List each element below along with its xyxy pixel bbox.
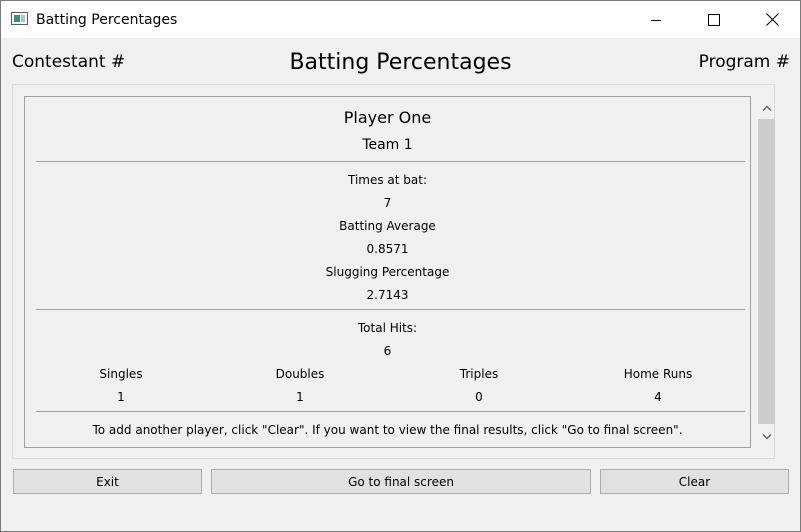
window-title: Batting Percentages [36,12,178,28]
slugging-percentage-label: Slugging Percentage [325,265,450,279]
triples-label: Triples [459,367,499,381]
divider [36,161,745,162]
home-runs-label: Home Runs [623,367,693,381]
chevron-down-icon [762,434,771,440]
program-label: Program # [698,52,790,72]
batting-average-value: 0.8571 [366,242,409,256]
doubles-value: 1 [296,390,304,404]
vertical-scrollbar[interactable] [757,97,776,447]
exit-button[interactable]: Exit [13,469,202,494]
scroll-thumb[interactable] [758,119,775,424]
app-icon [11,12,28,25]
batting-average-label: Batting Average [339,219,436,233]
minimize-icon [651,19,661,21]
divider [36,309,745,310]
triples-value: 0 [475,390,483,404]
singles-label: Singles [99,367,143,381]
minimize-button[interactable] [627,1,685,38]
close-button[interactable] [743,1,801,38]
home-runs-value: 4 [654,390,662,404]
doubles-label: Doubles [275,367,325,381]
total-hits-label: Total Hits: [357,321,418,335]
divider [36,411,745,412]
times-at-bat-label: Times at bat: [347,173,428,187]
maximize-button[interactable] [685,1,743,38]
clear-button[interactable]: Clear [600,469,789,494]
go-to-final-screen-button[interactable]: Go to final screen [211,469,591,494]
player-name: Player One [343,108,432,127]
maximize-icon [708,13,720,26]
team-name: Team 1 [362,137,413,153]
slugging-percentage-value: 2.7143 [366,288,409,302]
title-bar[interactable]: Batting Percentages [1,1,800,38]
times-at-bat-value: 7 [383,196,392,210]
instructions-text: To add another player, click "Clear". If… [92,423,683,437]
singles-value: 1 [117,390,125,404]
player-results-panel: Player One Team 1 Times at bat: 7 Battin… [24,96,751,448]
close-icon [765,13,779,26]
scroll-up-button[interactable] [757,99,776,117]
chevron-up-icon [762,105,771,111]
page-title: Batting Percentages [289,50,512,75]
scroll-down-button[interactable] [757,428,776,446]
total-hits-value: 6 [383,344,392,358]
